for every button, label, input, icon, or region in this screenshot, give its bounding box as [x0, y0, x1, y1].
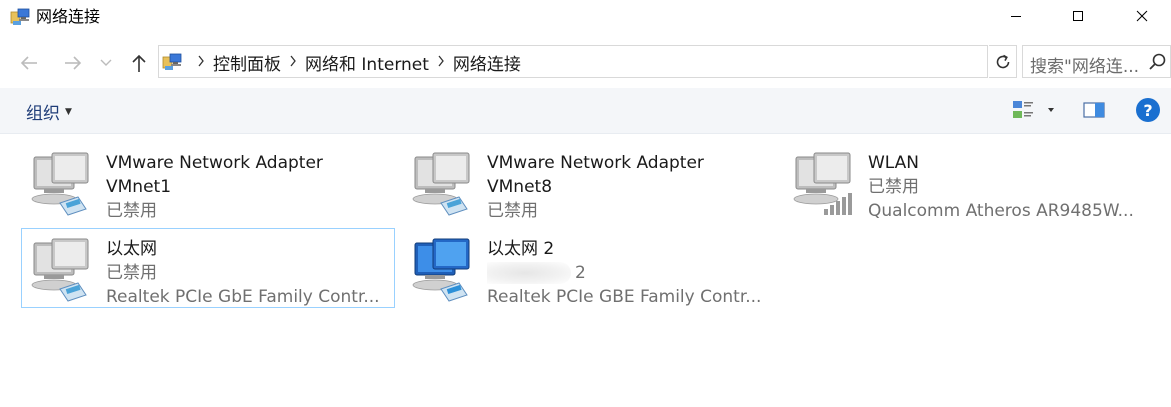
refresh-icon: [996, 54, 1009, 68]
network-connections-window: 网络连接 控制面板 网络和 Internet 网络连接 搜索"网络连... 组织…: [0, 0, 1171, 407]
connection-ethernet[interactable]: 以太网 已禁用 Realtek PCIe GbE Family Contr...: [21, 228, 395, 308]
close-icon: [1136, 10, 1148, 22]
help-icon: ?: [1143, 100, 1153, 120]
connection-status: 已禁用: [106, 201, 157, 221]
breadcrumb-separator-icon[interactable]: [289, 52, 297, 72]
window-title: 网络连接: [36, 7, 101, 26]
connection-status: 2: [575, 263, 586, 283]
breadcrumb: 控制面板 网络和 Internet 网络连接: [189, 50, 521, 75]
connection-details: 以太网 已禁用 Realtek PCIe GbE Family Contr...: [106, 237, 386, 309]
title-bar: 网络连接: [0, 0, 1171, 34]
search-placeholder: 搜索"网络连...: [1030, 57, 1140, 77]
back-button[interactable]: [16, 50, 42, 76]
connection-name: VMware Network Adapter: [487, 153, 704, 173]
network-adapter-disabled-icon: [31, 152, 89, 216]
breadcrumb-separator-icon[interactable]: [197, 52, 205, 72]
connection-status: 已禁用: [106, 263, 157, 283]
navigation-bar: 控制面板 网络和 Internet 网络连接 搜索"网络连...: [0, 42, 1171, 82]
breadcrumb-control-panel[interactable]: 控制面板: [213, 50, 281, 75]
network-connections-location-icon: [162, 53, 182, 70]
connection-vmnet1[interactable]: VMware Network Adapter VMnet1 已禁用: [21, 142, 395, 222]
preview-pane-button[interactable]: [1082, 100, 1106, 120]
close-button[interactable]: [1119, 0, 1165, 32]
arrow-right-icon: [65, 56, 82, 70]
redacted-network-name: [487, 262, 571, 284]
breadcrumb-separator-icon[interactable]: [437, 52, 445, 72]
connection-ethernet-2[interactable]: 以太网 2 2 Realtek PCIe GBE Family Contr...: [402, 228, 776, 308]
organize-button[interactable]: 组织 ▼: [26, 99, 72, 124]
connection-device: Realtek PCIe GBE Family Contr...: [487, 287, 762, 307]
connection-device: Realtek PCIe GbE Family Contr...: [106, 287, 380, 307]
connection-status: 已禁用: [868, 177, 919, 197]
connection-details: WLAN 已禁用 Qualcomm Atheros AR9485W...: [868, 151, 1148, 223]
search-icon[interactable]: [1148, 52, 1168, 72]
arrow-left-icon: [20, 56, 37, 70]
maximize-icon: [1073, 11, 1083, 21]
connection-status-row: 2: [487, 261, 767, 285]
network-adapter-disabled-icon: [412, 152, 470, 216]
connection-details: 以太网 2 2 Realtek PCIe GBE Family Contr...: [487, 237, 767, 309]
minimize-icon: [1011, 16, 1021, 17]
help-button[interactable]: ?: [1136, 98, 1160, 122]
connection-details: VMware Network Adapter VMnet1 已禁用: [106, 151, 386, 223]
recent-locations-button[interactable]: [96, 50, 116, 76]
up-button[interactable]: [126, 50, 152, 76]
refresh-button[interactable]: [989, 45, 1017, 78]
network-adapter-disabled-icon: [31, 238, 89, 302]
arrow-up-icon: [132, 54, 146, 72]
connection-device: Qualcomm Atheros AR9485W...: [868, 201, 1134, 221]
chevron-down-icon: [1048, 108, 1054, 112]
wireless-adapter-disabled-icon: [793, 152, 852, 215]
connection-name: VMware Network Adapter: [106, 153, 323, 173]
address-bar[interactable]: 控制面板 网络和 Internet 网络连接: [158, 45, 1141, 78]
connection-name: WLAN: [868, 153, 920, 173]
connection-status: 已禁用: [487, 201, 538, 221]
view-options-icon: [1013, 101, 1033, 118]
breadcrumb-network-internet[interactable]: 网络和 Internet: [305, 50, 429, 75]
organize-label: 组织: [26, 104, 60, 124]
command-bar: 组织 ▼ ?: [0, 88, 1171, 134]
connection-name: 以太网 2: [487, 239, 555, 259]
maximize-button[interactable]: [1055, 0, 1101, 32]
network-adapter-active-icon: [412, 238, 470, 302]
network-connections-app-icon: [10, 8, 30, 25]
preview-pane-icon: [1083, 102, 1105, 118]
minimize-button[interactable]: [993, 0, 1039, 32]
connection-name: 以太网: [106, 239, 157, 259]
caret-down-icon: ▼: [65, 106, 72, 117]
forward-button[interactable]: [60, 50, 86, 76]
connection-vmnet8[interactable]: VMware Network Adapter VMnet8 已禁用: [402, 142, 776, 222]
connection-name-line2: VMnet8: [487, 177, 553, 197]
breadcrumb-network-connections[interactable]: 网络连接: [453, 50, 521, 75]
connection-wlan[interactable]: WLAN 已禁用 Qualcomm Atheros AR9485W...: [783, 142, 1157, 222]
change-view-button[interactable]: [1012, 98, 1056, 122]
connection-name-line2: VMnet1: [106, 177, 172, 197]
connection-details: VMware Network Adapter VMnet8 已禁用: [487, 151, 767, 223]
connections-list: VMware Network Adapter VMnet1 已禁用 VMware…: [0, 135, 1171, 407]
chevron-down-icon: [100, 59, 112, 66]
